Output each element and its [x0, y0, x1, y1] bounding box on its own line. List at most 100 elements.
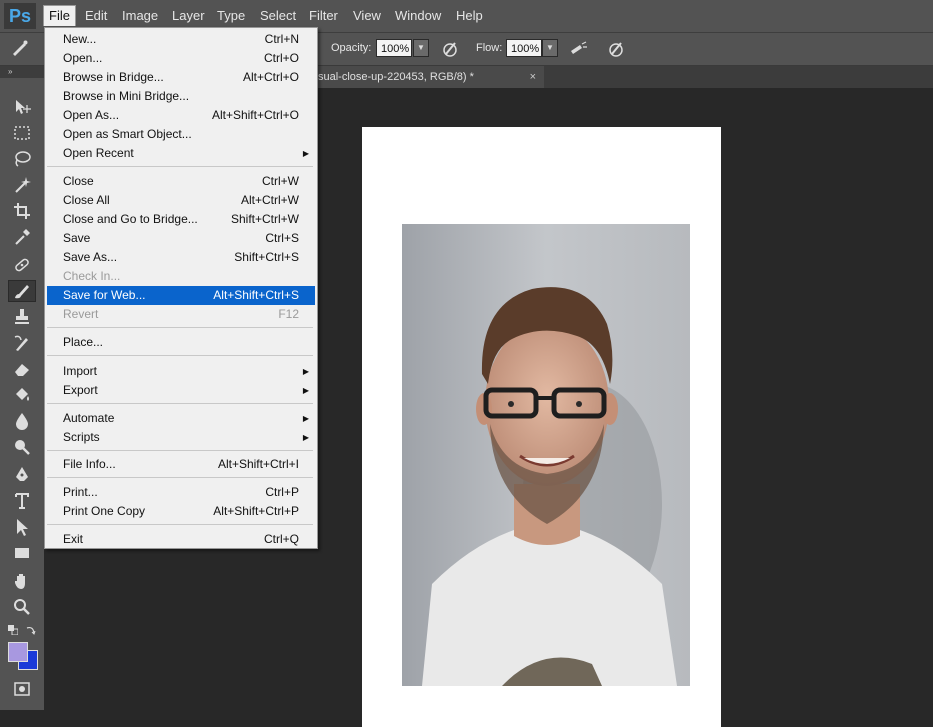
menu-item-browse-bridge[interactable]: Browse in Bridge... Alt+Ctrl+O	[47, 68, 315, 87]
pressure-size-icon[interactable]	[606, 39, 626, 59]
menu-item-shortcut: Alt+Ctrl+O	[242, 70, 299, 84]
menu-item-automate[interactable]: Automate ▶	[47, 409, 315, 428]
menu-item-save-for-web[interactable]: Save for Web... Alt+Shift+Ctrl+S	[47, 286, 315, 305]
menu-item-import[interactable]: Import ▶	[47, 362, 315, 381]
flow-input[interactable]: 100%	[506, 39, 542, 57]
menu-item-print[interactable]: Print... Ctrl+P	[47, 483, 315, 502]
menu-item-print-one-copy[interactable]: Print One Copy Alt+Shift+Ctrl+P	[47, 502, 315, 521]
menu-item-label: Import	[63, 364, 98, 378]
menu-item-open-recent[interactable]: Open Recent ▶	[47, 144, 315, 163]
menu-separator	[47, 327, 313, 328]
menu-item-new[interactable]: New... Ctrl+N	[47, 30, 315, 49]
flow-label: Flow:	[476, 42, 503, 54]
menu-item-save-as[interactable]: Save As... Shift+Ctrl+S	[47, 248, 315, 267]
hand-tool-icon[interactable]	[8, 570, 36, 592]
menu-item-open-as[interactable]: Open As... Alt+Shift+Ctrl+O	[47, 106, 315, 125]
menu-view[interactable]: View	[348, 6, 386, 26]
default-colors-icon[interactable]	[8, 624, 19, 636]
dodge-tool-icon[interactable]	[8, 436, 36, 458]
document-tab-title: sual-close-up-220453, RGB/8) *	[318, 71, 474, 83]
menu-item-close[interactable]: Close Ctrl+W	[47, 172, 315, 191]
crop-tool-icon[interactable]	[8, 200, 36, 222]
menu-item-shortcut: Alt+Shift+Ctrl+I	[217, 457, 299, 471]
menu-item-save[interactable]: Save Ctrl+S	[47, 229, 315, 248]
pressure-opacity-icon[interactable]	[440, 39, 460, 59]
pen-tool-icon[interactable]	[8, 464, 36, 486]
menu-item-scripts[interactable]: Scripts ▶	[47, 428, 315, 447]
menu-item-label: Exit	[63, 532, 84, 546]
menu-item-shortcut: Alt+Ctrl+W	[240, 193, 299, 207]
opacity-input[interactable]: 100%	[376, 39, 412, 57]
menu-item-label: Save for Web...	[63, 288, 146, 302]
menu-item-label: Open Recent	[63, 146, 134, 160]
menu-item-exit[interactable]: Exit Ctrl+Q	[47, 530, 315, 549]
magic-wand-tool-icon[interactable]	[8, 174, 36, 196]
menu-item-open[interactable]: Open... Ctrl+O	[47, 49, 315, 68]
menu-item-browse-mini-bridge[interactable]: Browse in Mini Bridge...	[47, 87, 315, 106]
menu-select[interactable]: Select	[255, 6, 301, 26]
menu-item-close-go-bridge[interactable]: Close and Go to Bridge... Shift+Ctrl+W	[47, 210, 315, 229]
paint-bucket-tool-icon[interactable]	[8, 384, 36, 406]
photoshop-logo: Ps	[4, 3, 36, 29]
menu-layer[interactable]: Layer	[167, 6, 210, 26]
type-tool-icon[interactable]	[8, 490, 36, 512]
menu-item-label: New...	[63, 32, 97, 46]
history-brush-tool-icon[interactable]	[8, 332, 36, 354]
menu-item-label: Close and Go to Bridge...	[63, 212, 198, 226]
menu-type[interactable]: Type	[212, 6, 250, 26]
lasso-tool-icon[interactable]	[8, 148, 36, 170]
menu-item-label: Open as Smart Object...	[63, 127, 192, 141]
foreground-color-swatch[interactable]	[8, 642, 28, 662]
menu-item-open-smart-object[interactable]: Open as Smart Object...	[47, 125, 315, 144]
brush-tool-icon[interactable]	[8, 280, 36, 302]
panel-collapse-icon[interactable]: »	[0, 66, 44, 78]
menu-separator	[47, 477, 313, 478]
path-selection-tool-icon[interactable]	[8, 516, 36, 538]
document-tab[interactable]: sual-close-up-220453, RGB/8) * ×	[314, 66, 544, 88]
menu-window[interactable]: Window	[390, 6, 446, 26]
menu-separator	[47, 524, 313, 525]
flow-dropdown-button[interactable]: ▼	[542, 39, 558, 57]
eyedropper-tool-icon[interactable]	[8, 226, 36, 248]
close-tab-icon[interactable]: ×	[530, 66, 536, 88]
opacity-label: Opacity:	[331, 42, 372, 54]
zoom-tool-icon[interactable]	[8, 596, 36, 618]
menu-image[interactable]: Image	[117, 6, 163, 26]
menu-item-place[interactable]: Place...	[47, 333, 315, 352]
opacity-dropdown-button[interactable]: ▼	[413, 39, 429, 57]
menu-item-label: Close All	[63, 193, 110, 207]
menu-filter[interactable]: Filter	[304, 6, 343, 26]
menu-file[interactable]: File	[43, 5, 76, 26]
menu-item-file-info[interactable]: File Info... Alt+Shift+Ctrl+I	[47, 455, 315, 474]
menu-help[interactable]: Help	[451, 6, 488, 26]
menu-item-close-all[interactable]: Close All Alt+Ctrl+W	[47, 191, 315, 210]
menu-item-label: Revert	[63, 307, 99, 321]
eraser-tool-icon[interactable]	[8, 358, 36, 380]
submenu-arrow-icon: ▶	[302, 149, 309, 158]
brush-preset-icon[interactable]	[10, 38, 30, 58]
healing-brush-tool-icon[interactable]	[8, 254, 36, 276]
marquee-tool-icon[interactable]	[8, 122, 36, 144]
document-canvas[interactable]	[362, 127, 721, 727]
menu-edit[interactable]: Edit	[80, 6, 112, 26]
clone-stamp-tool-icon[interactable]	[8, 306, 36, 328]
menu-item-label: Open...	[63, 51, 103, 65]
menu-item-revert: Revert F12	[47, 305, 315, 324]
menu-item-label: Print...	[63, 485, 98, 499]
menu-item-shortcut: Ctrl+O	[263, 51, 299, 65]
quick-mask-icon[interactable]	[8, 678, 36, 700]
swap-colors-icon[interactable]	[26, 624, 36, 635]
menu-item-shortcut: Ctrl+N	[264, 32, 299, 46]
menu-item-export[interactable]: Export ▶	[47, 381, 315, 400]
portrait-photo	[402, 224, 690, 686]
rectangle-tool-icon[interactable]	[8, 542, 36, 564]
menu-separator	[47, 355, 313, 356]
move-tool-icon[interactable]	[8, 96, 36, 118]
blur-tool-icon[interactable]	[8, 410, 36, 432]
menu-item-shortcut: Ctrl+P	[265, 485, 299, 499]
menu-item-check-in: Check In...	[47, 267, 315, 286]
airbrush-icon[interactable]	[568, 39, 588, 59]
menu-separator	[47, 450, 313, 451]
menu-item-label: Save	[63, 231, 91, 245]
menu-item-shortcut: Ctrl+Q	[263, 532, 299, 546]
